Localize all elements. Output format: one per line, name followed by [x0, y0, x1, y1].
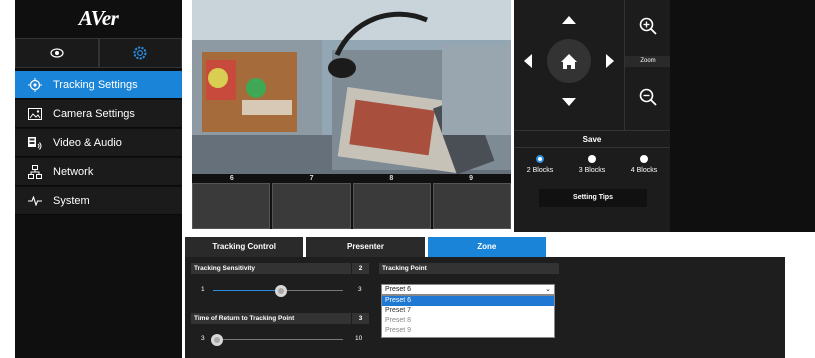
return-time-slider[interactable]: 3 10 — [191, 333, 371, 347]
arrow-right-icon[interactable] — [606, 54, 614, 68]
slider-min: 3 — [201, 335, 205, 342]
slider-track — [213, 339, 343, 340]
radio-icon — [588, 155, 596, 163]
sidebar-item-camera-settings[interactable]: Camera Settings — [15, 100, 182, 128]
preset-thumbnail[interactable] — [272, 183, 351, 229]
option-preset-8[interactable]: Preset 8 — [382, 316, 554, 326]
block-label: 3 Blocks — [578, 167, 606, 174]
preset-labels: 6 7 8 9 — [192, 174, 511, 183]
tab-tracking-control[interactable]: Tracking Control — [185, 237, 304, 257]
slider-fill — [213, 290, 281, 291]
tab-bar: Tracking Control Presenter Zone — [185, 237, 549, 257]
preset-thumbnail[interactable] — [432, 183, 511, 229]
arrow-down-icon[interactable] — [562, 98, 576, 106]
camera-feed-image — [192, 0, 511, 174]
option-preset-9[interactable]: Preset 9 — [382, 326, 554, 336]
sidebar-item-tracking-settings[interactable]: Tracking Settings — [15, 71, 182, 99]
radio-selected-icon — [536, 155, 544, 163]
direction-pad — [514, 0, 624, 130]
return-time-value: 3 — [352, 313, 369, 324]
sidebar-item-label: System — [53, 194, 90, 207]
tracking-point-label: Tracking Point — [379, 263, 559, 274]
block-option-3[interactable]: 3 Blocks — [566, 155, 618, 185]
setting-tips-button[interactable]: Setting Tips — [539, 189, 647, 207]
right-panel — [670, 0, 815, 232]
app-root: AVer Tracking Settings Camera Settings V… — [0, 0, 815, 358]
tracking-sensitivity-value: 2 — [352, 263, 369, 274]
view-mode-button[interactable] — [15, 38, 99, 68]
ptz-control-panel: Zoom Save 2 Blocks 3 Blocks 4 Blocks Set… — [514, 0, 671, 232]
tracking-point-select[interactable]: Preset 6 ⌄ — [381, 284, 555, 295]
tracking-sensitivity-label: Tracking Sensitivity — [191, 263, 351, 274]
aver-logo: AVer — [78, 6, 119, 30]
zoom-out-icon[interactable] — [639, 88, 657, 106]
arrow-left-icon[interactable] — [524, 54, 532, 68]
sidebar-item-network[interactable]: Network — [15, 158, 182, 186]
block-option-4[interactable]: 4 Blocks — [618, 155, 670, 185]
zoom-label: Zoom — [625, 56, 671, 67]
sidebar-item-label: Camera Settings — [53, 107, 135, 120]
block-options: 2 Blocks 3 Blocks 4 Blocks — [514, 155, 670, 185]
sidebar-item-label: Tracking Settings — [53, 78, 138, 91]
image-icon — [27, 106, 43, 122]
slider-max: 3 — [358, 286, 362, 293]
block-label: 4 Blocks — [630, 167, 658, 174]
preset-thumbnail[interactable] — [352, 183, 431, 229]
return-time-label: Time of Return to Tracking Point — [191, 313, 351, 324]
arrow-up-icon[interactable] — [562, 16, 576, 24]
slider-max: 10 — [355, 335, 363, 342]
slider-min: 1 — [201, 286, 205, 293]
option-preset-7[interactable]: Preset 7 — [382, 306, 554, 316]
gear-icon — [133, 46, 147, 60]
tracking-point-options: Preset 6 Preset 7 Preset 8 Preset 9 — [381, 295, 555, 338]
preset-thumbnails — [192, 183, 511, 229]
zone-settings-panel: Tracking Sensitivity 2 1 3 Time of Retur… — [185, 257, 785, 358]
option-preset-6[interactable]: Preset 6 — [382, 296, 554, 306]
sidebar-item-system[interactable]: System — [15, 187, 182, 215]
preset-label: 9 — [469, 175, 474, 182]
live-video-preview — [192, 0, 511, 174]
tab-presenter[interactable]: Presenter — [306, 237, 425, 257]
settings-mode-button[interactable] — [98, 38, 182, 68]
select-value: Preset 6 — [385, 286, 412, 293]
crosshair-icon — [27, 77, 43, 93]
slider-handle[interactable] — [211, 334, 223, 346]
tab-zone[interactable]: Zone — [427, 237, 546, 257]
sidebar-item-video-audio[interactable]: Video & Audio — [15, 129, 182, 157]
preset-label: 8 — [389, 175, 394, 182]
network-icon — [27, 164, 43, 180]
slider-handle[interactable] — [275, 285, 287, 297]
preset-label: 7 — [309, 175, 314, 182]
block-label: 2 Blocks — [526, 167, 554, 174]
sidebar-item-label: Network — [53, 165, 94, 178]
radio-icon — [640, 155, 648, 163]
sidebar: AVer Tracking Settings Camera Settings V… — [15, 0, 182, 358]
preset-thumbnail[interactable] — [192, 183, 271, 229]
preset-label: 6 — [229, 175, 234, 182]
speaker-icon — [27, 135, 43, 151]
mode-switch — [15, 38, 182, 68]
eye-icon — [50, 48, 64, 58]
zoom-in-icon[interactable] — [639, 17, 657, 35]
block-option-2[interactable]: 2 Blocks — [514, 155, 566, 185]
tracking-sensitivity-slider[interactable]: 1 3 — [191, 284, 371, 298]
save-button[interactable]: Save — [514, 130, 670, 148]
chevron-down-icon: ⌄ — [545, 286, 551, 293]
pulse-icon — [27, 193, 43, 209]
zoom-controls: Zoom — [624, 0, 671, 130]
sidebar-item-label: Video & Audio — [53, 136, 122, 149]
